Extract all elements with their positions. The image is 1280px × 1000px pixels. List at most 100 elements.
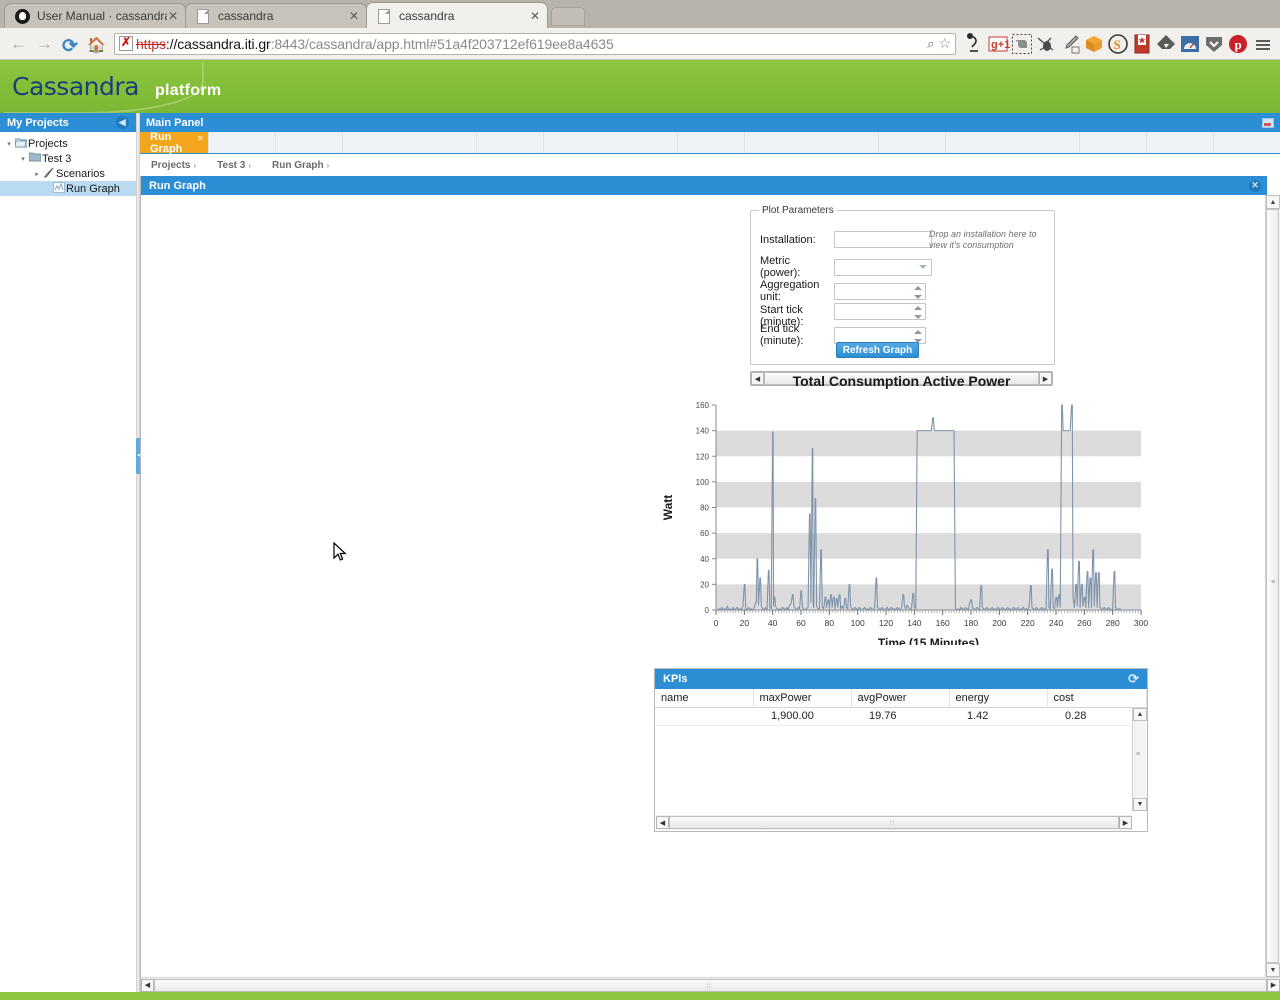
new-tab-button[interactable] <box>551 7 585 26</box>
svg-text:100: 100 <box>696 478 710 487</box>
scroll-right-icon[interactable]: ▶ <box>1119 816 1132 829</box>
breadcrumb-item-projects[interactable]: Projects › <box>151 160 196 171</box>
browser-tab-3[interactable]: cassandra ✕ <box>366 2 548 28</box>
refresh-graph-button[interactable]: Refresh Graph <box>836 342 919 358</box>
feedly-icon[interactable] <box>1154 32 1178 56</box>
close-icon[interactable]: ✕ <box>1249 179 1261 192</box>
scroll-up-icon[interactable]: ▲ <box>1266 195 1280 209</box>
chart-svg: 0 20 40 60 80 100 120 140 160 0 20 40 60 80 100 120 140 1… <box>661 401 1148 650</box>
svg-text:220: 220 <box>1021 618 1035 628</box>
scroll-left-icon[interactable]: ◀ <box>141 978 154 992</box>
browser-tab-2-close-icon[interactable]: ✕ <box>348 10 360 22</box>
chevron-down-icon[interactable] <box>919 264 927 269</box>
svg-text:300: 300 <box>1134 618 1148 628</box>
forward-button[interactable]: → <box>32 32 56 56</box>
panel-tabbar: Run Graph × <box>140 131 1280 155</box>
start-tick-field[interactable] <box>834 303 926 320</box>
folder-icon <box>28 152 42 165</box>
scroll-up-icon[interactable]: ▲ <box>1133 708 1147 721</box>
app-body: My Projects ◀ ▾ Projects ▾ Test 3 ▸ Scen… <box>0 113 1280 992</box>
speedometer-icon[interactable] <box>1178 32 1202 56</box>
browser-navbar: ← → ⟳ 🏠 https://cassandra.iti.gr:8443/ca… <box>0 28 1280 60</box>
scroll-thumb[interactable]: ⦙⦙ <box>669 816 1119 829</box>
breadcrumb-item-run-graph[interactable]: Run Graph › <box>272 160 329 171</box>
scroll-thumb[interactable]: ⦙⦙ <box>154 978 1267 992</box>
browser-tab-1[interactable]: User Manual · cassandra-p ✕ <box>4 3 186 28</box>
main-vertical-scrollbar[interactable]: ▲ ≡ ▼ <box>1265 195 1280 977</box>
sidebar-item-scenarios[interactable]: ▸ Scenarios <box>0 166 136 181</box>
pocket-book-icon[interactable] <box>1130 32 1154 56</box>
broken-https-icon[interactable] <box>119 35 133 51</box>
document-icon <box>377 8 393 24</box>
browser-tab-2[interactable]: cassandra ✕ <box>185 3 367 28</box>
refresh-icon[interactable]: ⟳ <box>1128 671 1139 687</box>
scroll-thumb[interactable]: ≡ <box>1266 209 1279 963</box>
kpis-horizontal-scrollbar[interactable]: ◀ ⦙⦙ ▶ <box>656 815 1132 830</box>
expand-arrow-icon[interactable]: ▾ <box>18 155 28 163</box>
eyedropper-icon[interactable] <box>1058 32 1082 56</box>
main-panel: Main Panel Run Graph × Projects › Test 3… <box>140 113 1280 992</box>
column-header-energy[interactable]: energy <box>949 689 1048 708</box>
restore-window-icon[interactable] <box>1262 117 1274 128</box>
kpis-vertical-scrollbar[interactable]: ▲ ≡ ▼ <box>1132 708 1147 811</box>
scroll-down-icon[interactable]: ▼ <box>1133 798 1147 811</box>
home-button[interactable]: 🏠 <box>84 32 108 56</box>
app-header: Cassandra platform <box>0 60 1280 113</box>
aggregation-unit-field[interactable] <box>834 282 926 300</box>
spinner-icon[interactable] <box>914 306 922 319</box>
end-tick-field[interactable] <box>834 326 926 344</box>
reload-button[interactable]: ⟳ <box>58 32 82 57</box>
svg-text:80: 80 <box>700 504 709 513</box>
google-plus-one-icon[interactable]: g+1 <box>986 32 1010 56</box>
sidebar-item-projects[interactable]: ▾ Projects <box>0 136 136 151</box>
sidebar-item-run-graph[interactable]: Run Graph <box>0 181 136 196</box>
table-row[interactable]: 1,900.00 19.76 1.42 0.28 <box>655 707 1147 726</box>
svg-text:40: 40 <box>700 555 709 564</box>
metric-field[interactable] <box>834 258 932 276</box>
installation-field[interactable] <box>834 231 932 248</box>
search-icon[interactable]: ⌕ <box>927 36 934 52</box>
run-graph-scroll-body: Plot Parameters Installation: Metric (po… <box>141 195 1265 977</box>
column-header-cost[interactable]: cost <box>1047 689 1147 708</box>
spinner-icon[interactable] <box>914 285 922 299</box>
lastpass-icon[interactable] <box>1202 32 1226 56</box>
lamp-icon[interactable] <box>962 32 986 56</box>
expand-arrow-icon[interactable]: ▾ <box>4 140 14 148</box>
box-icon[interactable] <box>1082 32 1106 56</box>
browser-tab-1-close-icon[interactable]: ✕ <box>167 10 179 22</box>
cell-energy: 1.42 <box>949 707 1047 726</box>
pinterest-icon[interactable]: p <box>1226 32 1250 56</box>
scroll-down-icon[interactable]: ▼ <box>1266 963 1280 977</box>
column-header-avgpower[interactable]: avgPower <box>851 689 950 708</box>
scroll-grip-icon: ⦙⦙ <box>890 820 896 827</box>
svg-text:20: 20 <box>740 618 750 628</box>
scroll-left-icon[interactable]: ◀ <box>656 816 669 829</box>
hamburger-menu-icon[interactable] <box>1252 32 1274 56</box>
evernote-icon[interactable] <box>1010 32 1034 56</box>
skitch-icon[interactable]: S <box>1106 32 1130 56</box>
column-header-maxpower[interactable]: maxPower <box>753 689 852 708</box>
kpis-panel: KPIs ⟳ name maxPower avgPower energy cos… <box>654 668 1148 832</box>
bug-icon[interactable] <box>1034 32 1058 56</box>
scroll-right-icon[interactable]: ▶ <box>1267 978 1280 992</box>
collapse-arrow-icon[interactable]: ▸ <box>32 170 42 178</box>
bookmark-star-icon[interactable]: ☆ <box>938 35 951 52</box>
address-bar[interactable]: https://cassandra.iti.gr:8443/cassandra/… <box>114 32 956 55</box>
metric-label: Metric (power): <box>760 255 801 279</box>
spinner-icon[interactable] <box>914 329 922 343</box>
main-horizontal-scrollbar[interactable]: ◀ ⦙⦙ ▶ <box>141 977 1280 992</box>
sidebar-item-test-3[interactable]: ▾ Test 3 <box>0 151 136 166</box>
chevron-left-icon[interactable]: ◀ <box>115 116 129 129</box>
url-scheme: https <box>136 35 166 52</box>
back-button[interactable]: ← <box>6 32 30 56</box>
tab-close-icon[interactable]: × <box>198 133 203 143</box>
kpis-title: KPIs <box>663 673 688 685</box>
scroll-track[interactable]: ≡ <box>1266 209 1280 963</box>
breadcrumb-item-test-3[interactable]: Test 3 › <box>217 160 251 171</box>
installation-label: Installation: <box>760 233 816 246</box>
chevron-right-icon: › <box>193 160 197 170</box>
column-header-name[interactable]: name <box>655 689 754 708</box>
tab-run-graph[interactable]: Run Graph × <box>140 131 208 155</box>
plot-parameters-legend: Plot Parameters <box>759 205 837 216</box>
browser-tab-3-close-icon[interactable]: ✕ <box>529 10 541 22</box>
